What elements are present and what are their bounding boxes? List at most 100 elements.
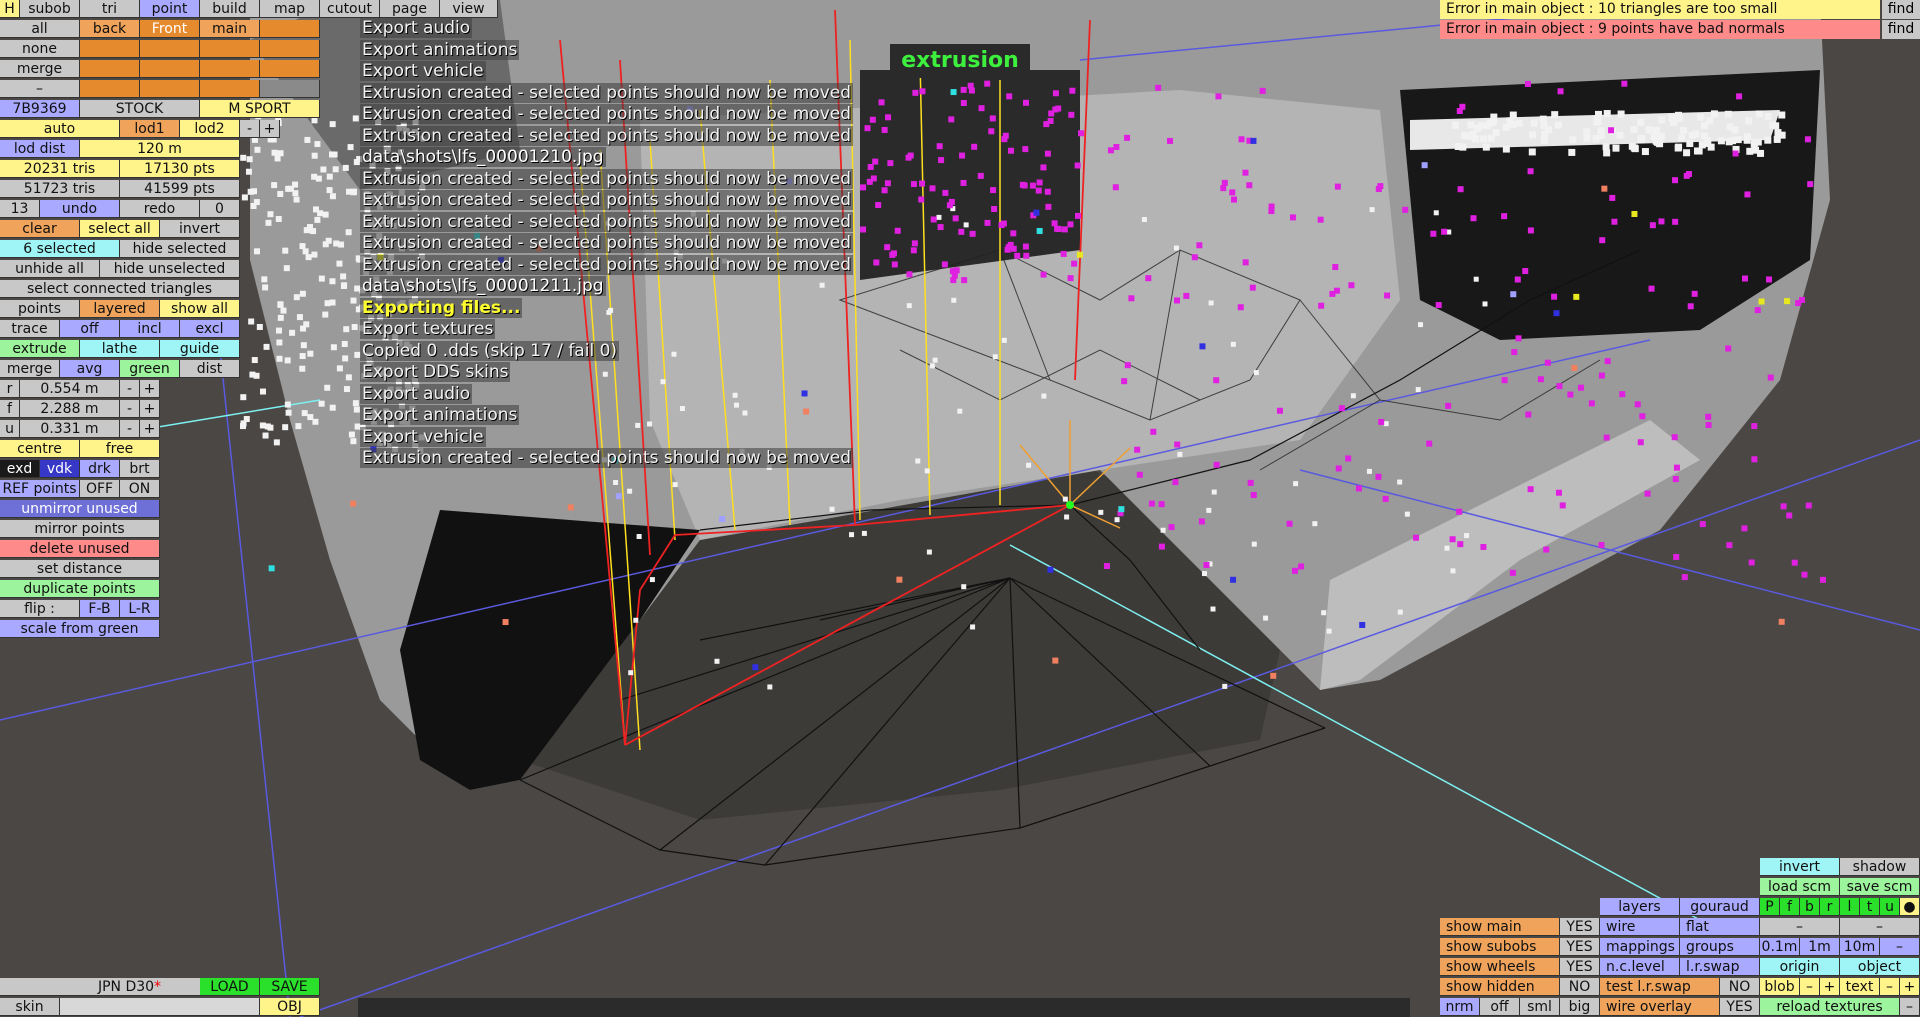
save-button[interactable]: SAVE (260, 978, 320, 996)
free-button[interactable]: free (80, 440, 160, 458)
layers-button[interactable]: layers (1600, 898, 1680, 916)
hide-selected-button[interactable]: hide selected (120, 240, 240, 258)
slot-button[interactable] (260, 80, 320, 98)
wire-button[interactable]: wire (1600, 918, 1680, 936)
nrm-off-button[interactable]: off (1480, 998, 1520, 1016)
trace-excl-button[interactable]: excl (180, 320, 240, 338)
lathe-button[interactable]: lathe (80, 340, 160, 358)
gouraud-button[interactable]: gouraud (1680, 898, 1760, 916)
ref-on-button[interactable]: ON (120, 480, 160, 498)
r-value[interactable]: 0.554 m (20, 380, 120, 398)
flip-lr-button[interactable]: L-R (120, 600, 160, 618)
slot-button[interactable] (200, 40, 260, 58)
set-distance-button[interactable]: set distance (0, 560, 160, 578)
menu-point[interactable]: point (140, 0, 200, 18)
vdk-button[interactable]: vdk (40, 460, 80, 478)
ref-off-button[interactable]: OFF (80, 480, 120, 498)
trace-off-button[interactable]: off (60, 320, 120, 338)
nc-level-button[interactable]: n.c.level (1600, 958, 1680, 976)
reload-minus-button[interactable]: – (1900, 998, 1920, 1016)
none-button[interactable]: none (0, 40, 80, 58)
menu-map[interactable]: map (260, 0, 320, 18)
back-button[interactable]: back (80, 20, 140, 38)
text-plus-button[interactable]: + (1900, 978, 1920, 996)
lr-swap-button[interactable]: l.r.swap (1680, 958, 1760, 976)
merge-points-button[interactable]: merge (0, 360, 60, 378)
layered-button[interactable]: layered (80, 300, 160, 318)
slot-button[interactable] (80, 40, 140, 58)
color-id[interactable]: 7B9369 (0, 100, 80, 118)
merge-button[interactable]: merge (0, 60, 80, 78)
select-all-button[interactable]: select all (80, 220, 160, 238)
trace-incl-button[interactable]: incl (120, 320, 180, 338)
blob-plus-button[interactable]: + (1820, 978, 1840, 996)
slot-button[interactable] (80, 60, 140, 78)
menu-build[interactable]: build (200, 0, 260, 18)
reload-textures-button[interactable]: reload textures (1760, 998, 1900, 1016)
invert-button[interactable]: invert (160, 220, 240, 238)
slot-button[interactable] (80, 80, 140, 98)
view-dot-button[interactable]: ● (1900, 898, 1920, 916)
h-toggle[interactable]: H (0, 0, 20, 18)
lod-minus-button[interactable]: - (240, 120, 260, 138)
menu-view[interactable]: view (440, 0, 498, 18)
exd-button[interactable]: exd (0, 460, 40, 478)
slot-button[interactable] (260, 60, 320, 78)
f-value[interactable]: 2.288 m (20, 400, 120, 418)
select-connected-button[interactable]: select connected triangles (0, 280, 240, 298)
show-hidden-toggle[interactable]: NO (1560, 978, 1600, 996)
lod-auto-button[interactable]: auto (0, 120, 120, 138)
stock-button[interactable]: STOCK (80, 100, 200, 118)
origin-button[interactable]: origin (1760, 958, 1840, 976)
show-wheels-toggle[interactable]: YES (1560, 958, 1600, 976)
text-minus-button[interactable]: – (1880, 978, 1900, 996)
lod-plus-button[interactable]: + (260, 120, 280, 138)
r-plus-button[interactable]: + (140, 380, 160, 398)
view-f-button[interactable]: f (1780, 898, 1800, 916)
shadow-button[interactable]: shadow (1840, 858, 1920, 876)
msport-button[interactable]: M SPORT (200, 100, 320, 118)
centre-button[interactable]: centre (0, 440, 80, 458)
obj-button[interactable]: OBJ (260, 998, 320, 1016)
guide-button[interactable]: guide (160, 340, 240, 358)
nrm-button[interactable]: nrm (1440, 998, 1480, 1016)
u-value[interactable]: 0.331 m (20, 420, 120, 438)
all-button[interactable]: all (0, 20, 80, 38)
object-button[interactable]: object (1840, 958, 1920, 976)
view-r-button[interactable]: r (1820, 898, 1840, 916)
lod2-button[interactable]: lod2 (180, 120, 240, 138)
dash-button[interactable]: – (1760, 918, 1840, 936)
hide-unselected-button[interactable]: hide unselected (100, 260, 240, 278)
wire-overlay-toggle[interactable]: YES (1720, 998, 1760, 1016)
main-button[interactable]: main (200, 20, 260, 38)
lod1-button[interactable]: lod1 (120, 120, 180, 138)
show-main-toggle[interactable]: YES (1560, 918, 1600, 936)
skin-input[interactable] (60, 998, 260, 1016)
u-plus-button[interactable]: + (140, 420, 160, 438)
delete-unused-button[interactable]: delete unused (0, 540, 160, 558)
f-minus-button[interactable]: - (120, 400, 140, 418)
slot-button[interactable] (140, 60, 200, 78)
menu-tri[interactable]: tri (80, 0, 140, 18)
flat-button[interactable]: flat (1680, 918, 1760, 936)
menu-subob[interactable]: subob (20, 0, 80, 18)
dash-button[interactable]: – (1840, 918, 1920, 936)
mappings-button[interactable]: mappings (1600, 938, 1680, 956)
save-scm-button[interactable]: save scm (1840, 878, 1920, 896)
f-plus-button[interactable]: + (140, 400, 160, 418)
points-button[interactable]: points (0, 300, 80, 318)
redo-button[interactable]: redo (120, 200, 200, 218)
dash-button[interactable]: – (0, 80, 80, 98)
front-button[interactable]: Front (140, 20, 200, 38)
grid-0-1m-button[interactable]: 0.1m (1760, 938, 1800, 956)
slot-button[interactable] (260, 40, 320, 58)
menu-page[interactable]: page (380, 0, 440, 18)
undo-button[interactable]: undo (40, 200, 120, 218)
slot-button[interactable] (260, 20, 320, 38)
scale-from-green-button[interactable]: scale from green (0, 620, 160, 638)
show-subobs-toggle[interactable]: YES (1560, 938, 1600, 956)
r-minus-button[interactable]: - (120, 380, 140, 398)
view-u-button[interactable]: u (1880, 898, 1900, 916)
invert-view-button[interactable]: invert (1760, 858, 1840, 876)
view-b-button[interactable]: b (1800, 898, 1820, 916)
